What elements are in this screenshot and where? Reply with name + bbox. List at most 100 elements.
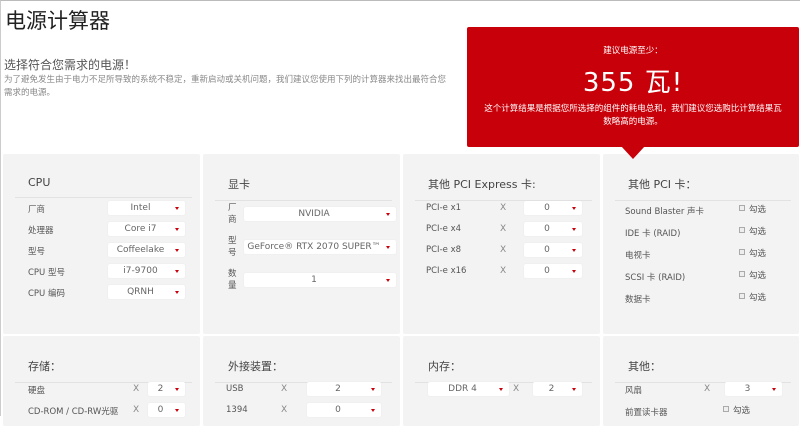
- external-label: USB: [226, 384, 244, 394]
- dropdown-arrow-icon: [175, 228, 179, 231]
- dropdown-arrow-icon: [572, 207, 576, 210]
- gpu-model-select[interactable]: GeForce® RTX 2070 SUPER™: [244, 240, 396, 254]
- select-value: Core i7: [124, 224, 157, 234]
- panel-title: 外接装置：: [215, 358, 392, 383]
- cpu-code-select[interactable]: QRNH: [108, 285, 185, 299]
- select-value: 0: [335, 405, 341, 415]
- dropdown-arrow-icon: [772, 388, 776, 391]
- multiply-sign: X: [500, 245, 507, 255]
- dropdown-arrow-icon: [175, 270, 179, 273]
- cpu-processor-select[interactable]: Core i7: [108, 222, 185, 236]
- dropdown-arrow-icon: [386, 279, 390, 282]
- dropdown-arrow-icon: [386, 213, 390, 216]
- dropdown-arrow-icon: [175, 249, 179, 252]
- dropdown-arrow-icon: [175, 207, 179, 210]
- hdd-count-select[interactable]: 2: [148, 382, 185, 396]
- dropdown-arrow-icon: [175, 409, 179, 412]
- select-value: Coffeelake: [116, 245, 165, 255]
- pcie-x16-select[interactable]: 0: [524, 264, 582, 278]
- checkbox-label: 勾选: [749, 205, 767, 215]
- firewire-count-select[interactable]: 0: [307, 403, 381, 417]
- select-value: 0: [544, 203, 550, 213]
- cpu-model-select[interactable]: i7-9700: [108, 264, 185, 278]
- pci-checkbox[interactable]: 勾选: [739, 291, 766, 303]
- select-value: i7-9700: [123, 266, 158, 276]
- select-value: 0: [544, 266, 550, 276]
- select-value: DDR 4: [448, 384, 477, 394]
- dropdown-arrow-icon: [175, 291, 179, 294]
- checkbox-label: 勾选: [749, 227, 767, 237]
- multiply-sign: X: [281, 384, 288, 394]
- external-label: 1394: [226, 405, 248, 415]
- checkbox-icon: [723, 406, 729, 412]
- checkbox-label: 勾选: [749, 249, 767, 259]
- select-value: 3: [744, 384, 751, 394]
- gpu-vendor-select[interactable]: NVIDIA: [244, 207, 396, 221]
- gpu-count-select[interactable]: 1: [244, 273, 396, 287]
- cpu-label: 厂商: [28, 205, 46, 215]
- memory-count-select[interactable]: 2: [533, 382, 582, 396]
- cpu-label: CPU 型号: [28, 268, 65, 278]
- fan-count-select[interactable]: 3: [725, 382, 782, 396]
- card-reader-label: 前置读卡器: [625, 408, 668, 418]
- dropdown-arrow-icon: [175, 388, 179, 391]
- select-value: QRNH: [127, 287, 154, 297]
- checkbox-label: 勾选: [733, 406, 751, 416]
- pci-label: SCSI 卡 (RAID): [625, 273, 686, 283]
- gpu-label: 数量: [228, 269, 237, 291]
- panel-title: 显卡: [215, 176, 392, 201]
- select-value: GeForce® RTX 2070 SUPER™: [247, 242, 381, 252]
- pci-label: 数据卡: [625, 295, 651, 305]
- panel-title: 其他：: [615, 358, 791, 383]
- pcie-x1-select[interactable]: 0: [524, 201, 582, 215]
- dropdown-arrow-icon: [386, 246, 390, 249]
- checkbox-label: 勾选: [749, 271, 767, 281]
- memory-type-select[interactable]: DDR 4: [428, 382, 509, 396]
- dropdown-arrow-icon: [572, 388, 576, 391]
- multiply-sign: X: [133, 405, 140, 415]
- pcie-label: PCI-e x1: [426, 203, 462, 213]
- cpu-label: CPU 编码: [28, 289, 65, 299]
- dropdown-arrow-icon: [572, 249, 576, 252]
- pcie-x4-select[interactable]: 0: [524, 222, 582, 236]
- multiply-sign: X: [133, 384, 140, 394]
- pci-checkbox[interactable]: 勾选: [739, 247, 766, 259]
- pci-panel: 其他 PCI 卡：: [603, 154, 799, 334]
- description: 为了避免发生由于电力不足所导致的系统不稳定，重新启动或关机问题，我们建议您使用下…: [4, 75, 447, 98]
- dropdown-arrow-icon: [371, 388, 375, 391]
- checkbox-icon: [739, 227, 745, 233]
- pci-checkbox[interactable]: 勾选: [739, 203, 766, 215]
- checkbox-icon: [739, 249, 745, 255]
- select-value: 2: [548, 384, 555, 394]
- cpu-vendor-select[interactable]: Intel: [108, 201, 185, 215]
- dropdown-arrow-icon: [572, 228, 576, 231]
- pcie-label: PCI-e x4: [426, 224, 462, 234]
- usb-count-select[interactable]: 2: [307, 382, 381, 396]
- card-reader-checkbox[interactable]: 勾选: [723, 404, 750, 416]
- checkbox-icon: [739, 293, 745, 299]
- result-note: 这个计算结果是根据您所选择的组件的耗电总和，我们建议您选购比计算结果瓦数略高的电…: [484, 104, 782, 127]
- select-value: 2: [157, 384, 164, 394]
- storage-label: CD-ROM / CD-RW光驱: [28, 407, 119, 417]
- checkbox-icon: [739, 205, 745, 211]
- pci-label: 电视卡: [625, 251, 651, 261]
- cpu-label: 处理器: [28, 226, 54, 236]
- dropdown-arrow-icon: [499, 388, 503, 391]
- multiply-sign: X: [704, 384, 711, 394]
- pci-checkbox[interactable]: 勾选: [739, 269, 766, 281]
- result-label: 建议电源至少：: [603, 46, 663, 56]
- optical-count-select[interactable]: 0: [148, 403, 185, 417]
- cpu-family-select[interactable]: Coffeelake: [108, 243, 185, 257]
- gpu-label: 厂商: [228, 203, 237, 225]
- pci-label: Sound Blaster 声卡: [625, 207, 705, 217]
- pcie-x8-select[interactable]: 0: [524, 243, 582, 257]
- page-title: 电源计算器: [5, 9, 110, 33]
- pcie-label: PCI-e x8: [426, 245, 462, 255]
- pcie-label: PCI-e x16: [426, 266, 467, 276]
- select-value: NVIDIA: [298, 209, 330, 219]
- fan-label: 风扇: [625, 386, 643, 396]
- pci-checkbox[interactable]: 勾选: [739, 225, 766, 237]
- result-box: 建议电源至少： 355 瓦! 这个计算结果是根据您所选择的组件的耗电总和，我们建…: [467, 27, 799, 147]
- panel-title: 其他 PCI 卡：: [615, 176, 791, 201]
- pci-label: IDE 卡 (RAID): [625, 229, 681, 239]
